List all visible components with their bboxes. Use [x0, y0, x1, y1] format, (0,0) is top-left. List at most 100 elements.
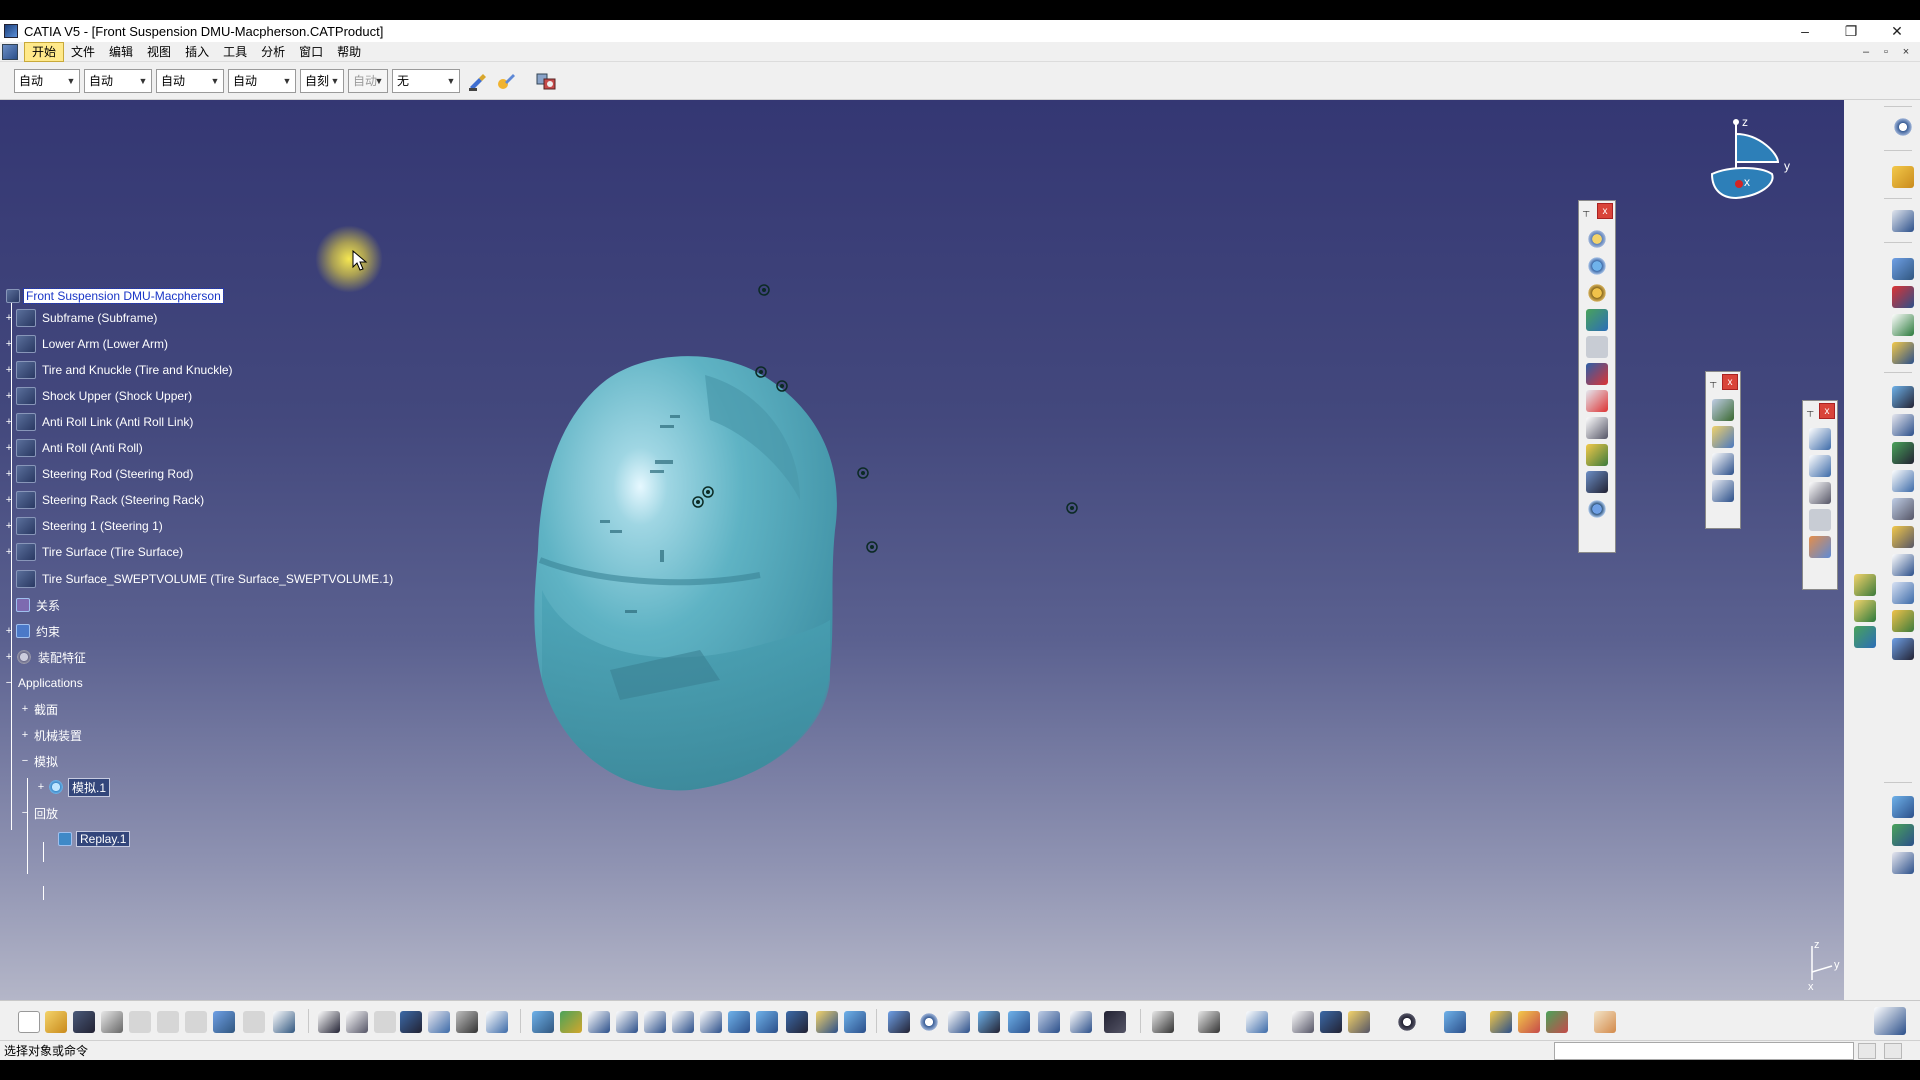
close-icon[interactable]: x	[1597, 203, 1613, 219]
joint-icon[interactable]	[1586, 282, 1608, 304]
line-type-combo[interactable]: 自动 ▼	[228, 68, 296, 93]
whats-this-help-icon[interactable]	[273, 1011, 295, 1033]
collapse-icon[interactable]: −	[4, 678, 14, 689]
tree-root[interactable]: Front Suspension DMU-Macpherson	[6, 286, 224, 306]
fitting-icon[interactable]	[978, 1011, 1000, 1033]
measure-icon[interactable]	[456, 1011, 478, 1033]
review-icon[interactable]	[1246, 1011, 1268, 1033]
section-icon[interactable]	[1712, 453, 1734, 475]
point-type-combo[interactable]: 自刻 ▼	[300, 68, 344, 93]
hide-show-icon[interactable]	[816, 1011, 838, 1033]
expand-icon[interactable]: +	[20, 704, 30, 715]
kinematics-icon[interactable]	[1586, 498, 1608, 520]
product-knowledge-icon[interactable]	[1490, 1011, 1512, 1033]
status-button-1[interactable]	[1858, 1043, 1876, 1059]
quick-constraint-icon[interactable]	[1892, 554, 1914, 576]
tree-item-sections[interactable]: + 截面	[20, 699, 60, 719]
contact-icon[interactable]	[1892, 414, 1914, 436]
expand-icon[interactable]: +	[4, 626, 14, 637]
camera-icon[interactable]	[1104, 1011, 1126, 1033]
offset-icon[interactable]	[1892, 442, 1914, 464]
product-structure-icon[interactable]	[1892, 210, 1914, 232]
collapse-icon[interactable]: −	[20, 756, 30, 767]
layer-combo[interactable]: 无 ▼	[392, 68, 460, 93]
tree-item-simulation[interactable]: − 模拟	[20, 751, 60, 771]
swap-visible-space-icon[interactable]	[844, 1011, 866, 1033]
inertia-icon[interactable]	[486, 1011, 508, 1033]
menu-edit[interactable]: 编辑	[102, 42, 140, 62]
menu-start[interactable]: 开始	[24, 41, 65, 62]
table-icon[interactable]	[400, 1011, 422, 1033]
document-icon[interactable]	[2, 43, 18, 60]
tree-item-steering-rack[interactable]: + Steering Rack (Steering Rack)	[4, 490, 206, 510]
expand-icon[interactable]: +	[4, 417, 14, 428]
point-marker[interactable]	[1065, 501, 1079, 515]
expand-icon[interactable]: +	[36, 782, 46, 793]
line-thickness-combo[interactable]: 自动 ▼	[156, 68, 224, 93]
marker-icon[interactable]	[1320, 1011, 1342, 1033]
scenes-icon[interactable]	[1892, 852, 1914, 874]
expand-icon[interactable]: +	[4, 652, 14, 663]
simulation-icon[interactable]	[1586, 309, 1608, 331]
manipulation-icon[interactable]	[1892, 258, 1914, 280]
stop-manipulate-icon[interactable]	[1892, 342, 1914, 364]
explode-icon[interactable]	[1892, 314, 1914, 336]
expand-icon[interactable]: +	[4, 365, 14, 376]
tree-item-shock-upper[interactable]: + Shock Upper (Shock Upper)	[4, 386, 194, 406]
tire-surface-part[interactable]	[530, 350, 850, 800]
shading-icon[interactable]	[786, 1011, 808, 1033]
3d-annotation-icon[interactable]	[1809, 536, 1831, 558]
update-all-icon[interactable]	[1854, 600, 1876, 622]
copy-icon[interactable]	[157, 1011, 179, 1033]
normal-view-icon[interactable]	[700, 1011, 722, 1033]
expand-icon[interactable]: +	[4, 521, 14, 532]
close-icon[interactable]: x	[1819, 403, 1835, 419]
point-marker[interactable]	[856, 466, 870, 480]
point-marker[interactable]	[754, 365, 768, 379]
dimension-icon[interactable]	[1809, 428, 1831, 450]
collapse-icon[interactable]: −	[20, 808, 30, 819]
menu-file[interactable]: 文件	[64, 42, 102, 62]
tree-item-subframe[interactable]: + Subframe (Subframe)	[4, 308, 159, 328]
expand-icon[interactable]: +	[4, 469, 14, 480]
menu-help[interactable]: 帮助	[330, 42, 368, 62]
distance-icon[interactable]	[1712, 426, 1734, 448]
tree-item-simulation-1[interactable]: + 模拟.1	[36, 777, 111, 797]
tree-item-anti-roll[interactable]: + Anti Roll (Anti Roll)	[4, 438, 145, 458]
navigator-icon[interactable]	[948, 1011, 970, 1033]
compass-widget[interactable]: z y x	[1700, 114, 1800, 214]
zoom-in-icon[interactable]	[644, 1011, 666, 1033]
undo-icon[interactable]	[213, 1011, 235, 1033]
track-icon[interactable]	[1586, 444, 1608, 466]
status-button-2[interactable]	[1884, 1043, 1902, 1059]
coincidence-icon[interactable]	[1892, 386, 1914, 408]
pin-icon[interactable]: ┬	[1710, 377, 1716, 387]
pan-icon[interactable]	[588, 1011, 610, 1033]
pin-icon[interactable]: ┬	[1807, 406, 1813, 416]
band-analysis-icon[interactable]	[1712, 480, 1734, 502]
tree-item-mechanisms[interactable]: + 机械装置	[20, 725, 84, 745]
expand-icon[interactable]: +	[4, 495, 14, 506]
doc-restore-button[interactable]: ▫	[1876, 42, 1896, 62]
multi-view-icon[interactable]	[728, 1011, 750, 1033]
tree-item-relations[interactable]: 关系	[16, 595, 62, 615]
flag-note-icon[interactable]	[1809, 482, 1831, 504]
save-icon[interactable]	[73, 1011, 95, 1033]
new-document-icon[interactable]	[18, 1011, 40, 1033]
grid-snap-icon[interactable]	[1594, 1011, 1616, 1033]
menu-insert[interactable]: 插入	[178, 42, 216, 62]
expand-icon[interactable]: +	[4, 339, 14, 350]
close-icon[interactable]: x	[1722, 374, 1738, 390]
tree-item-replay-1[interactable]: Replay.1	[58, 829, 131, 849]
expand-icon[interactable]: +	[4, 547, 14, 558]
tree-item-constraints[interactable]: + 约束	[4, 621, 62, 641]
change-constraint-icon[interactable]	[1892, 610, 1914, 632]
compile-icon[interactable]	[1586, 390, 1608, 412]
fit-all-icon[interactable]	[560, 1011, 582, 1033]
plane-icon[interactable]	[1444, 1011, 1466, 1033]
dmu-space-analysis-icon[interactable]	[888, 1011, 910, 1033]
grid-icon[interactable]	[1152, 1011, 1174, 1033]
tree-item-applications[interactable]: − Applications	[4, 673, 85, 693]
zoom-out-icon[interactable]	[672, 1011, 694, 1033]
swept-volume-icon[interactable]	[1038, 1011, 1060, 1033]
